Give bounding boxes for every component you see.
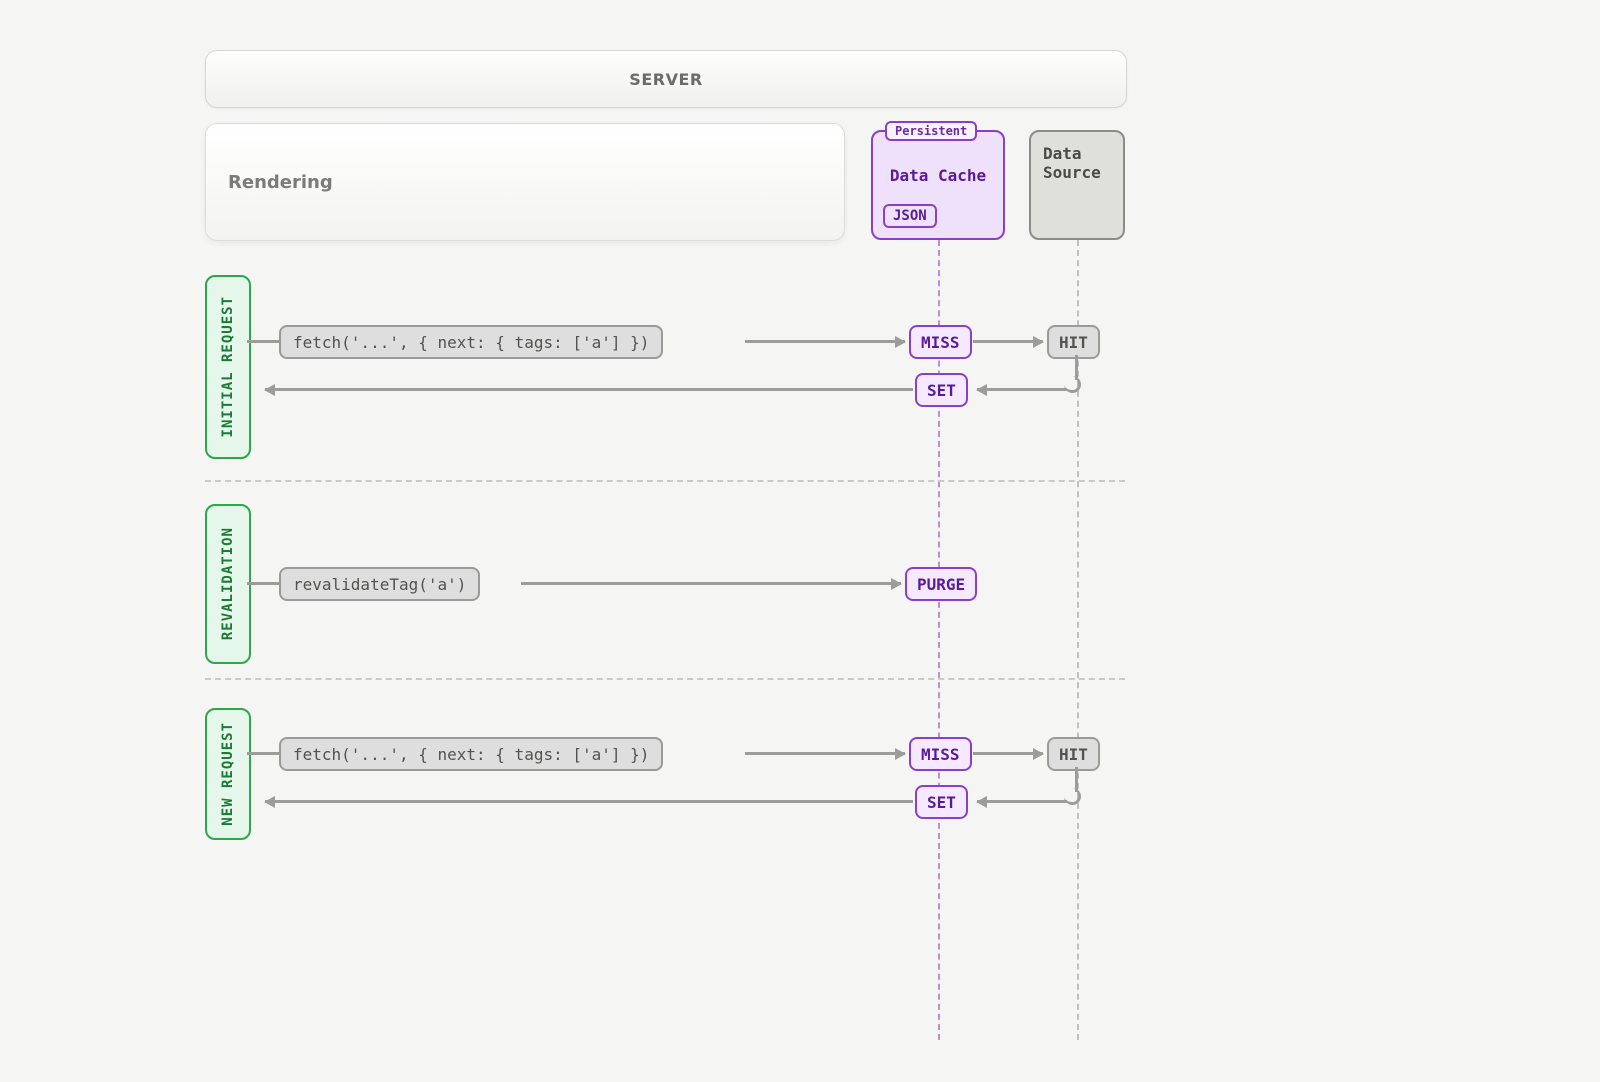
arrow-segment: [745, 752, 905, 755]
data-cache-title: Data Cache: [873, 166, 1003, 185]
tag-set-2: SET: [915, 785, 968, 819]
persistent-pill: Persistent: [885, 121, 977, 141]
tag-hit-2: HIT: [1047, 737, 1100, 771]
lane-badge-new: NEW REQUEST: [205, 708, 251, 840]
arrow-segment: [265, 388, 913, 391]
lane-divider: [205, 480, 1125, 482]
arrow-segment: [247, 752, 279, 755]
arrow-segment: [745, 340, 905, 343]
tag-set-1: SET: [915, 373, 968, 407]
cache-lifeline: [938, 240, 940, 1040]
rendering-panel: Rendering: [205, 123, 845, 241]
tag-miss-1: MISS: [909, 325, 972, 359]
tag-hit-1: HIT: [1047, 325, 1100, 359]
code-pill-fetch-2: fetch('...', { next: { tags: ['a'] }): [279, 737, 663, 771]
server-banner: SERVER: [205, 50, 1127, 108]
json-pill: JSON: [883, 204, 937, 228]
arrow-segment: [521, 582, 901, 585]
code-pill-revalidate: revalidateTag('a'): [279, 567, 480, 601]
arrow-segment: [973, 340, 1043, 343]
arrow-segment: [977, 800, 1067, 803]
tag-miss-2: MISS: [909, 737, 972, 771]
lane-label-new: NEW REQUEST: [220, 722, 236, 826]
lane-divider: [205, 678, 1125, 680]
lane-label-revalidation: REVALIDATION: [220, 527, 236, 640]
lane-badge-revalidation: REVALIDATION: [205, 504, 251, 664]
diagram-canvas: SERVER Rendering Persistent Data Cache J…: [205, 50, 1125, 1040]
data-cache-box: Persistent Data Cache JSON: [871, 130, 1005, 240]
arrow-segment: [247, 582, 279, 585]
arrow-segment: [265, 800, 913, 803]
arrow-segment: [247, 340, 279, 343]
lane-label-initial: INITIAL REQUEST: [220, 296, 236, 437]
arrow-segment: [973, 752, 1043, 755]
lane-badge-initial: INITIAL REQUEST: [205, 275, 251, 459]
tag-purge: PURGE: [905, 567, 977, 601]
arrow-segment: [977, 388, 1067, 391]
data-source-box: DataSource: [1029, 130, 1125, 240]
code-pill-fetch-1: fetch('...', { next: { tags: ['a'] }): [279, 325, 663, 359]
